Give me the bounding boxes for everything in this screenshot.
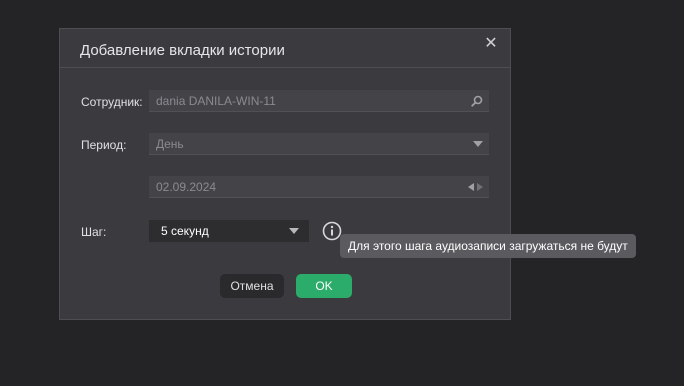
arrow-right-icon[interactable] [477, 183, 483, 191]
employee-field[interactable]: dania DANILA-WIN-11 [149, 90, 489, 112]
arrow-left-icon[interactable] [468, 183, 474, 191]
step-value: 5 секунд [161, 224, 209, 238]
chevron-down-icon [289, 228, 299, 234]
step-label: Шаг: [81, 225, 107, 239]
info-icon[interactable] [322, 221, 342, 241]
dialog-title: Добавление вкладки истории [80, 42, 285, 59]
ok-button[interactable]: OK [296, 274, 352, 298]
cancel-button[interactable]: Отмена [220, 274, 284, 298]
chevron-down-icon [473, 133, 483, 155]
date-field[interactable]: 02.09.2024 [149, 176, 489, 198]
step-select[interactable]: 5 секунд [149, 220, 309, 242]
search-icon[interactable] [471, 90, 483, 112]
close-icon[interactable]: ✕ [482, 35, 500, 53]
step-info-tooltip: Для этого шага аудиозаписи загружаться н… [340, 234, 636, 258]
period-value: День [156, 137, 184, 151]
date-value: 02.09.2024 [156, 180, 217, 194]
title-divider [60, 67, 510, 68]
period-label: Период: [81, 138, 127, 152]
date-nav [468, 176, 483, 198]
period-select[interactable]: День [149, 133, 489, 155]
employee-label: Сотрудник: [81, 95, 143, 109]
employee-value: dania DANILA-WIN-11 [156, 94, 276, 108]
add-history-tab-dialog: Добавление вкладки истории ✕ Сотрудник: … [59, 28, 511, 320]
